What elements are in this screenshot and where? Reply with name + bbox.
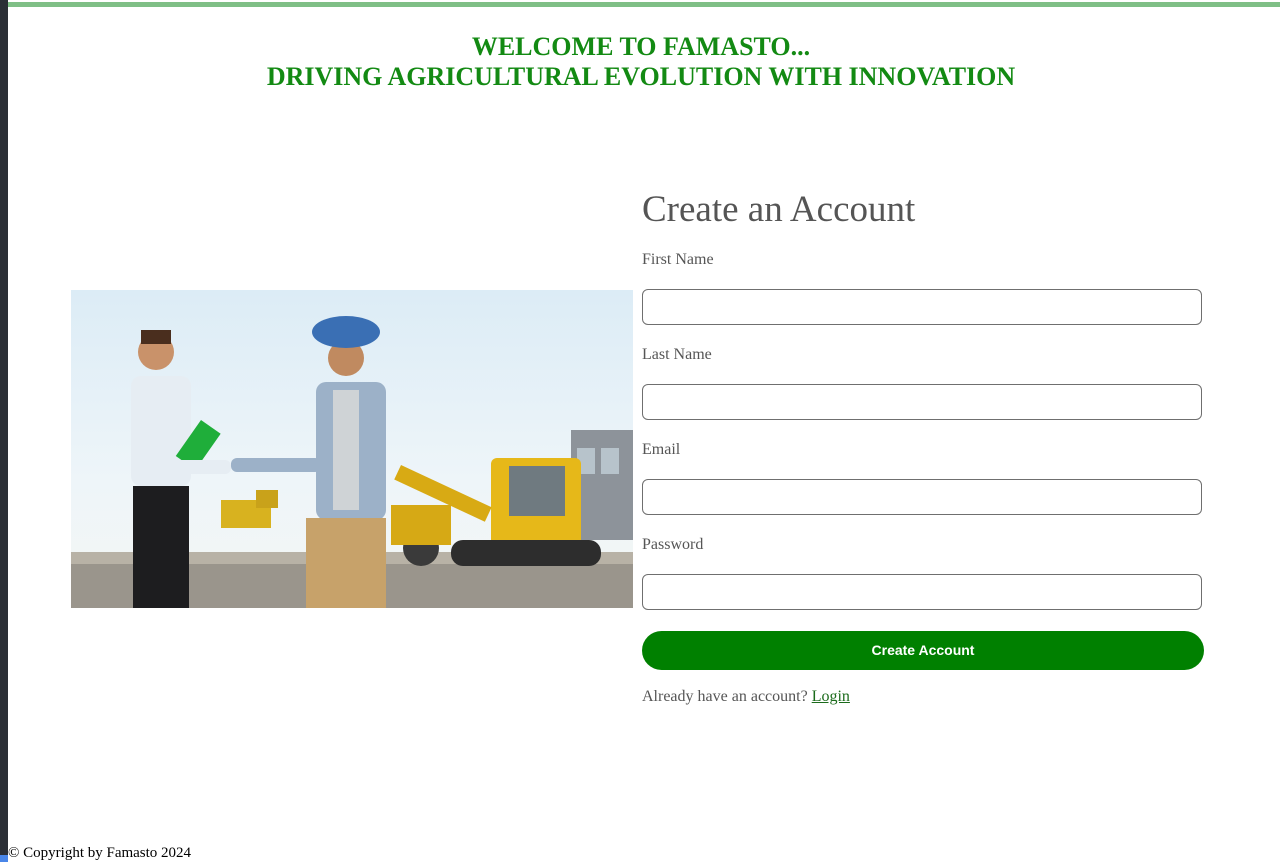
login-link[interactable]: Login [812,688,850,705]
create-account-button[interactable]: Create Account [642,631,1204,670]
tagline-heading: DRIVING AGRICULTURAL EVOLUTION WITH INNO… [266,62,1016,91]
page-header: WELCOME TO FAMASTO... DRIVING AGRICULTUR… [8,32,1274,92]
window-left-edge [0,0,8,862]
footer-copyright: © Copyright by Famasto 2024 [8,845,192,861]
last-name-label: Last Name [642,346,712,363]
login-prompt-text: Already have an account? [642,688,808,705]
form-title: Create an Account [642,189,916,230]
password-input[interactable] [642,574,1202,610]
last-name-input[interactable] [642,384,1202,420]
taskbar-accent [0,855,8,862]
first-name-input[interactable] [642,289,1202,325]
welcome-heading: WELCOME TO FAMASTO... [471,32,811,61]
hero-image [71,290,633,608]
email-label: Email [642,441,681,458]
handshake-photo-illustration [71,290,633,608]
login-prompt-line: Already have an account? Login [642,688,850,706]
password-label: Password [642,536,704,553]
top-accent-bar [8,2,1280,7]
first-name-label: First Name [642,251,714,268]
email-input[interactable] [642,479,1202,515]
